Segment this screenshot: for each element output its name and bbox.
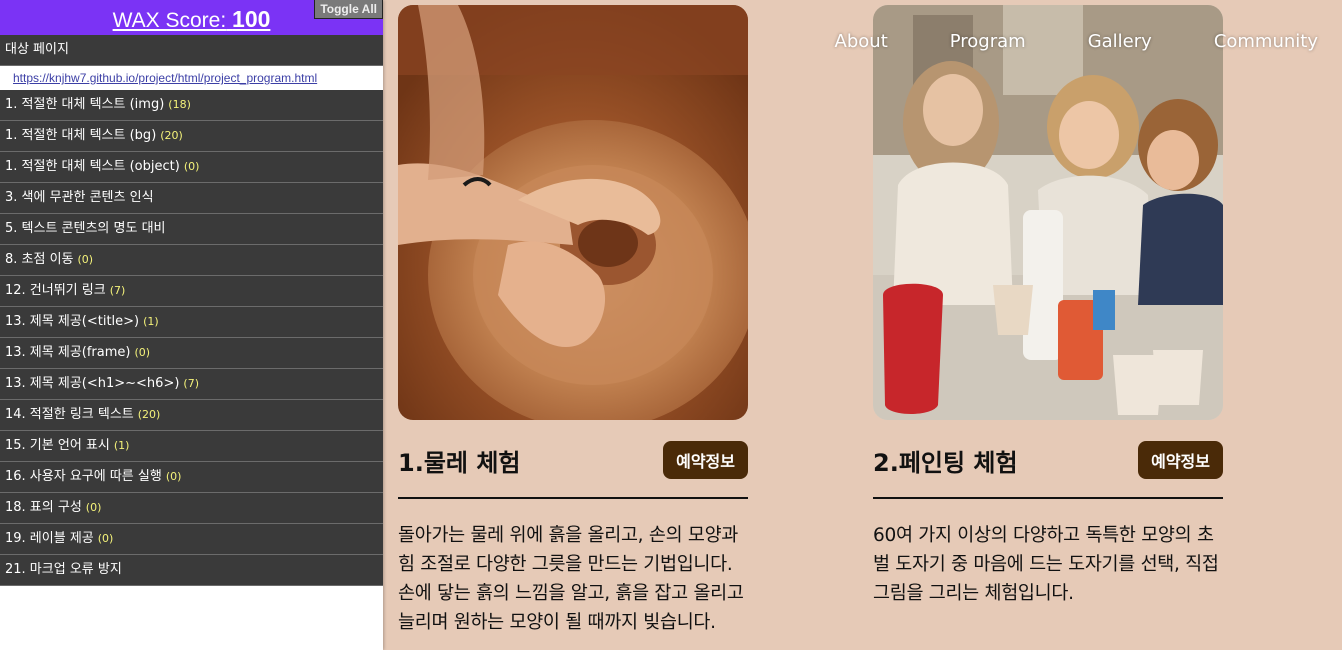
target-page-label: 대상 페이지: [0, 35, 383, 66]
card-header: 2.페인팅 체험 예약정보: [873, 441, 1223, 479]
divider: [398, 497, 748, 499]
nav-community[interactable]: Community: [1214, 31, 1318, 52]
program-description: 60여 가지 이상의 다양하고 독특한 모양의 초벌 도자기 중 마음에 드는 …: [873, 525, 1219, 604]
wax-item-count: (0): [183, 160, 200, 173]
wax-item-count: (0): [134, 346, 151, 359]
nav-program[interactable]: Program: [950, 31, 1026, 52]
pottery-wheel-photo: [398, 5, 748, 420]
wax-item-count: (0): [97, 532, 114, 545]
wax-item-count: (0): [165, 470, 182, 483]
target-page-url-link[interactable]: https://knjhw7.github.io/project/html/pr…: [0, 66, 383, 90]
wax-item-user-request[interactable]: 16. 사용자 요구에 따른 실행 (0): [0, 462, 383, 493]
wax-item-link-text[interactable]: 14. 적절한 링크 텍스트 (20): [0, 400, 383, 431]
wax-item-focus[interactable]: 8. 초점 이동 (0): [0, 245, 383, 276]
wax-item-color[interactable]: 3. 색에 무관한 콘텐츠 인식: [0, 183, 383, 214]
wax-header: WAX Score: 100 Toggle All: [0, 0, 383, 35]
wax-item-frame[interactable]: 13. 제목 제공(frame) (0): [0, 338, 383, 369]
wax-item-language[interactable]: 15. 기본 언어 표시 (1): [0, 431, 383, 462]
wax-item-markup-errors[interactable]: 21. 마크업 오류 방지: [0, 555, 383, 586]
wax-item-label: 14. 적절한 링크 텍스트: [5, 407, 134, 422]
program-card-painting: 2.페인팅 체험 예약정보 60여 가지 이상의 다양하고 독특한 모양의 초벌…: [873, 5, 1223, 608]
wax-score-label: WAX Score:: [112, 9, 227, 32]
wax-item-img-alt[interactable]: 1. 적절한 대체 텍스트 (img) (18): [0, 90, 383, 121]
wax-item-count: (20): [137, 408, 161, 421]
nav-about[interactable]: About: [835, 31, 888, 52]
wax-item-skip-link[interactable]: 12. 건너뛰기 링크 (7): [0, 276, 383, 307]
nav-gallery[interactable]: Gallery: [1088, 31, 1152, 52]
wax-item-headings[interactable]: 13. 제목 제공(<h1>~<h6>) (7): [0, 369, 383, 400]
wax-item-count: (7): [183, 377, 199, 390]
wax-item-label: 18. 표의 구성: [5, 500, 82, 515]
toggle-all-button[interactable]: Toggle All: [314, 0, 383, 19]
wax-item-count: (0): [77, 253, 94, 266]
wax-panel: WAX Score: 100 Toggle All 대상 페이지 https:/…: [0, 0, 383, 650]
wax-item-label: 21. 마크업 오류 방지: [5, 562, 122, 577]
wax-item-bg-alt[interactable]: 1. 적절한 대체 텍스트 (bg) (20): [0, 121, 383, 152]
wax-item-count: (0): [85, 501, 102, 514]
wax-item-label: 8. 초점 이동: [5, 252, 74, 267]
wax-item-object-alt[interactable]: 1. 적절한 대체 텍스트 (object) (0): [0, 152, 383, 183]
wax-item-label: 16. 사용자 요구에 따른 실행: [5, 469, 162, 484]
card-header: 1.물레 체험 예약정보: [398, 441, 748, 479]
wax-item-title[interactable]: 13. 제목 제공(<title>) (1): [0, 307, 383, 338]
program-title: 2.페인팅 체험: [873, 448, 1018, 477]
wax-score[interactable]: WAX Score: 100: [113, 6, 271, 33]
program-card-wheel: 1.물레 체험 예약정보 돌아가는 물레 위에 흙을 올리고, 손의 모양과 힘…: [398, 5, 748, 637]
wax-item-label: 13. 제목 제공(<title>): [5, 314, 140, 329]
divider: [873, 497, 1223, 499]
wax-item-count: (18): [168, 98, 191, 111]
program-title: 1.물레 체험: [398, 448, 521, 477]
wax-item-label: 1. 적절한 대체 텍스트 (object): [5, 159, 180, 174]
wax-item-label: 13. 제목 제공(<h1>~<h6>): [5, 376, 180, 391]
main-nav: About Program Gallery Community: [773, 31, 1318, 52]
wax-item-count: (1): [143, 315, 159, 328]
wax-item-label: 1. 적절한 대체 텍스트 (bg): [5, 128, 157, 143]
reservation-button[interactable]: 예약정보: [663, 441, 748, 479]
wax-item-contrast[interactable]: 5. 텍스트 콘텐츠의 명도 대비: [0, 214, 383, 245]
wax-item-label: 3. 색에 무관한 콘텐츠 인식: [5, 190, 154, 205]
painting-class-photo: [873, 5, 1223, 420]
program-description: 돌아가는 물레 위에 흙을 올리고, 손의 모양과 힘 조절로 다양한 그릇을 …: [398, 525, 744, 633]
wax-item-table[interactable]: 18. 표의 구성 (0): [0, 493, 383, 524]
wax-item-label: 1. 적절한 대체 텍스트 (img): [5, 97, 165, 112]
wax-item-label: 5. 텍스트 콘텐츠의 명도 대비: [5, 221, 166, 236]
wax-item-count: (7): [109, 284, 126, 297]
wax-item-count: (1): [113, 439, 130, 452]
wax-item-count: (20): [160, 129, 183, 142]
wax-item-label: 19. 레이블 제공: [5, 531, 94, 546]
wax-item-label: 12. 건너뛰기 링크: [5, 283, 106, 298]
wax-item-label-provided[interactable]: 19. 레이블 제공 (0): [0, 524, 383, 555]
wax-item-label: 13. 제목 제공(frame): [5, 345, 131, 360]
wax-score-value: 100: [232, 6, 271, 32]
reservation-button[interactable]: 예약정보: [1138, 441, 1223, 479]
wax-item-label: 15. 기본 언어 표시: [5, 438, 110, 453]
